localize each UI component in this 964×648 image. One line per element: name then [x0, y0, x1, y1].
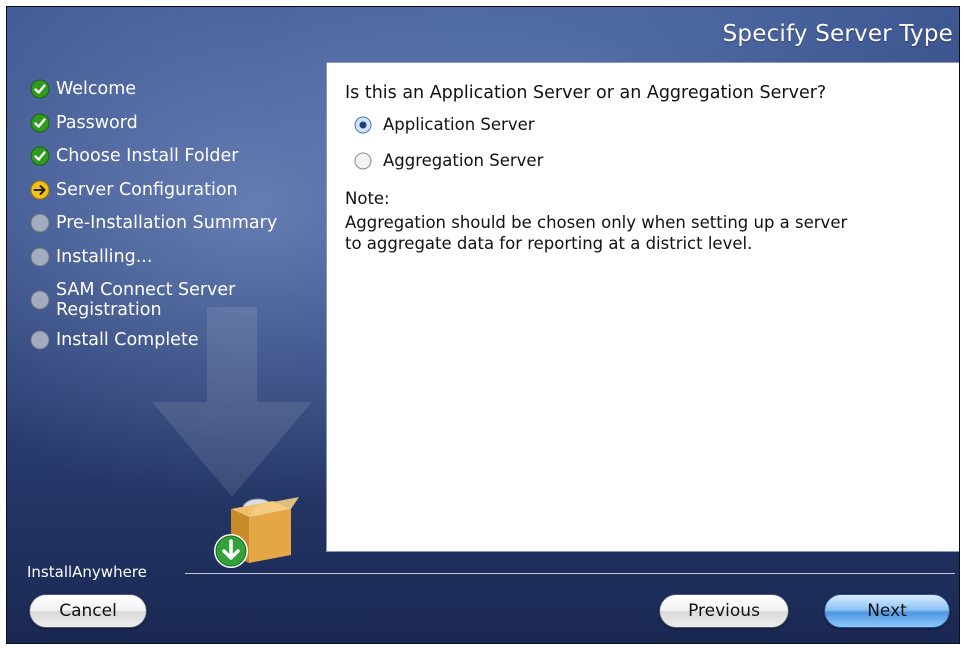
step-install-complete: Install Complete — [30, 330, 330, 350]
next-button[interactable]: Next — [824, 594, 950, 628]
empty-circle-icon — [30, 247, 50, 266]
step-label: Pre-Installation Summary — [56, 213, 278, 233]
step-label: Server Configuration — [56, 179, 238, 200]
step-installing: Installing... — [30, 247, 330, 267]
note-label: Note: — [345, 189, 390, 208]
step-label: Install Complete — [56, 330, 199, 350]
step-label: Welcome — [56, 79, 137, 99]
step-label: SAM Connect Server Registration — [56, 280, 235, 320]
steps-list: Welcome Password Choose Install Folder S… — [30, 79, 330, 364]
empty-circle-icon — [30, 330, 50, 350]
radio-selected-icon[interactable] — [354, 116, 372, 134]
step-welcome: Welcome — [30, 79, 330, 99]
previous-button[interactable]: Previous — [659, 594, 789, 628]
note-line2: to aggregate data for reporting at a dis… — [345, 234, 753, 253]
note-line1: Aggregation should be chosen only when s… — [345, 213, 848, 232]
server-type-question: Is this an Application Server or an Aggr… — [345, 83, 827, 103]
arrow-right-circle-icon — [30, 180, 50, 199]
step-label-line2: Registration — [56, 300, 162, 320]
installer-window: Specify Server Type Welcome Password Cho… — [6, 6, 960, 644]
step-pre-installation-summary: Pre-Installation Summary — [30, 213, 330, 233]
check-circle-icon — [30, 113, 50, 132]
radio-unselected-icon[interactable] — [354, 152, 372, 170]
brand-label: InstallAnywhere — [27, 563, 147, 581]
check-circle-icon — [30, 146, 50, 166]
step-password: Password — [30, 113, 330, 133]
cancel-button[interactable]: Cancel — [29, 594, 147, 628]
content-panel: Is this an Application Server or an Aggr… — [326, 62, 959, 552]
option-application-server[interactable]: Application Server — [354, 115, 535, 134]
page-title: Specify Server Type — [722, 21, 953, 47]
step-choose-install-folder: Choose Install Folder — [30, 146, 330, 166]
step-sam-connect-server-registration: SAM Connect Server Registration — [30, 280, 330, 320]
step-label: Choose Install Folder — [56, 146, 239, 166]
step-label-line1: SAM Connect Server — [56, 280, 236, 300]
check-circle-icon — [30, 79, 50, 99]
installanywhere-box-logo-icon — [214, 497, 299, 568]
empty-circle-icon — [30, 290, 50, 310]
note-text: Aggregation should be chosen only when s… — [345, 212, 945, 254]
step-label: Password — [56, 112, 138, 133]
option-aggregation-server[interactable]: Aggregation Server — [354, 151, 543, 170]
step-server-configuration: Server Configuration — [30, 180, 330, 200]
option-label[interactable]: Aggregation Server — [383, 151, 543, 170]
empty-circle-icon — [30, 213, 50, 233]
step-label: Installing... — [56, 246, 153, 267]
footer-divider — [185, 573, 955, 574]
option-label[interactable]: Application Server — [383, 115, 535, 134]
